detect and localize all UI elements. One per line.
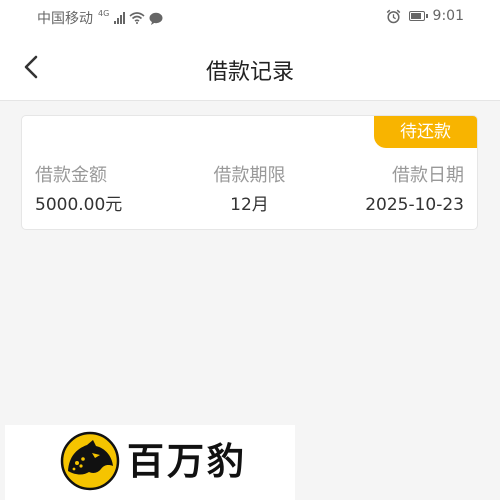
navigation-bar: 借款记录: [0, 34, 500, 101]
loan-date-field: 借款日期 2025-10-23: [365, 164, 464, 217]
alarm-icon: [386, 9, 400, 23]
clock-time: 9:01: [432, 8, 464, 24]
network-type: 4G: [98, 8, 110, 18]
loan-amount-label: 借款金额: [35, 165, 107, 186]
status-badge: 待还款: [374, 116, 477, 148]
brand-watermark: 百万豹: [5, 425, 295, 500]
leopard-logo-icon: [60, 431, 120, 491]
loan-amount-value: 5000.00元: [35, 195, 123, 215]
signal-icon: [114, 12, 126, 24]
status-right: 9:01: [386, 8, 464, 24]
loan-amount-field: 借款金额 5000.00元: [35, 164, 122, 217]
loan-term-value: 12月: [230, 195, 269, 215]
battery-icon: [408, 11, 428, 21]
status-left: 中国移动 4G: [37, 8, 163, 28]
loan-date-label: 借款日期: [392, 165, 464, 186]
wifi-icon: [129, 12, 145, 24]
carrier-name: 中国移动: [37, 11, 93, 27]
brand-name: 百万豹: [127, 439, 247, 483]
loan-date-value: 2025-10-23: [365, 195, 464, 215]
page-title: 借款记录: [205, 60, 294, 85]
loan-record-card[interactable]: 待还款 借款金额 5000.00元 借款期限 12月 借款日期 2025-10-…: [21, 115, 478, 230]
loan-term-field: 借款期限 12月: [182, 164, 317, 217]
loan-term-label: 借款期限: [213, 165, 286, 186]
status-bar: 中国移动 4G 9:01: [0, 0, 500, 34]
message-icon: [149, 12, 163, 25]
